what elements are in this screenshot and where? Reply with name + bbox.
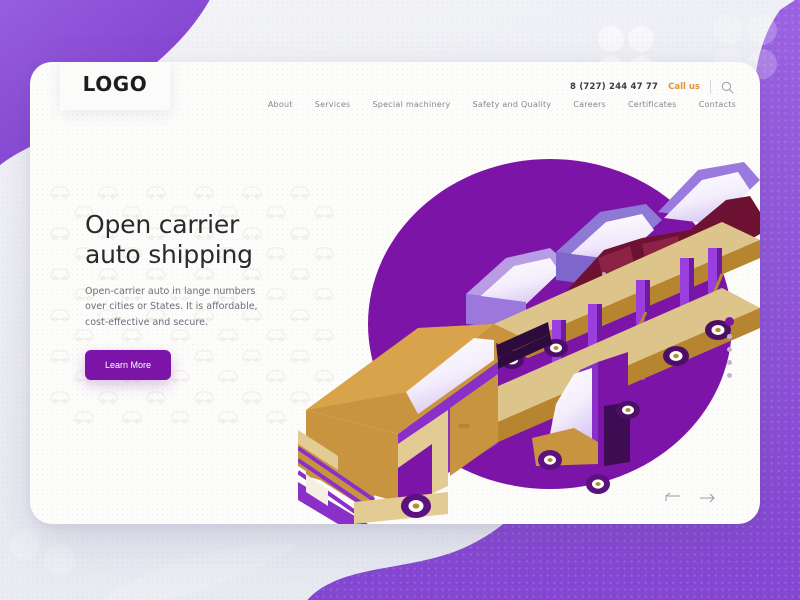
arrow-left-icon[interactable]: [664, 493, 681, 504]
page-title: Open carrier auto shipping: [85, 210, 253, 269]
wheel: [538, 450, 562, 470]
arrow-right-icon[interactable]: [699, 493, 716, 504]
slider-dot-5[interactable]: [727, 373, 732, 378]
page-root: LOGO 8 (727) 244 47 77 Call us About Ser…: [0, 0, 800, 600]
wheel: [586, 474, 610, 494]
slider-controls: [664, 493, 716, 504]
isometric-car-carrier-illustration: [298, 159, 760, 524]
logo[interactable]: LOGO: [60, 62, 170, 110]
logo-text: LOGO: [82, 72, 148, 96]
hero-content: Open carrier auto shipping Open-carrier …: [85, 210, 335, 381]
slider-dot-3[interactable]: [727, 347, 732, 352]
slider-dot-2[interactable]: [727, 334, 732, 339]
nav-item-about[interactable]: About: [268, 100, 293, 109]
wheel: [401, 494, 431, 518]
slider-dot-1[interactable]: [725, 317, 734, 326]
hero-description: Open-carrier auto in lange numbers over …: [85, 286, 258, 328]
learn-more-button[interactable]: Learn More: [85, 350, 172, 381]
hero-card: LOGO 8 (727) 244 47 77 Call us About Ser…: [30, 62, 760, 524]
slider-dot-4[interactable]: [727, 360, 732, 365]
slider-pagination: [725, 317, 734, 378]
